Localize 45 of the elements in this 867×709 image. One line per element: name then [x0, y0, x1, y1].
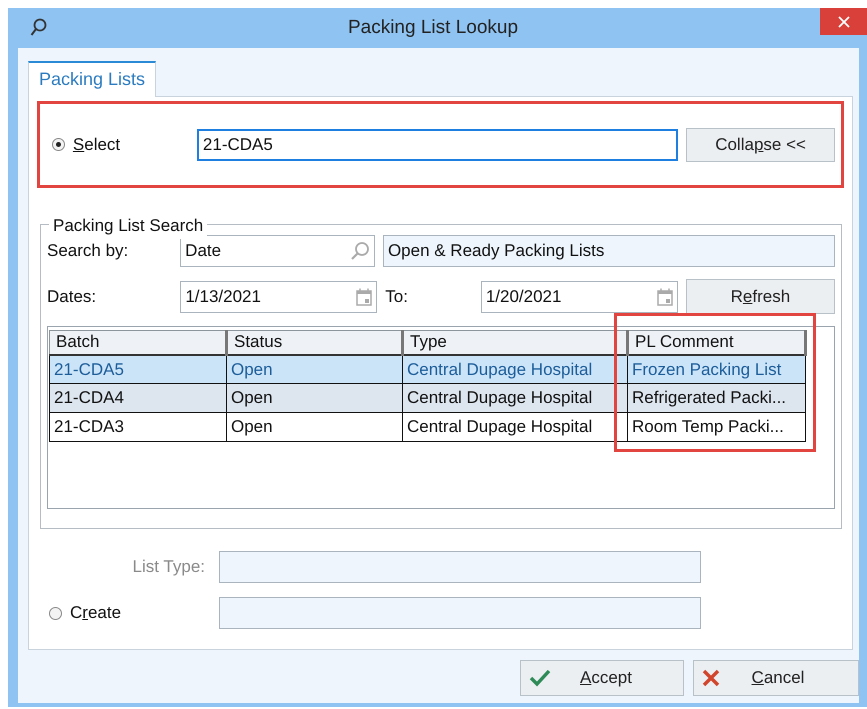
column-header[interactable]: Status [226, 330, 402, 354]
calendar-icon [656, 288, 673, 306]
radio-label[interactable]: Select [72, 132, 197, 158]
filter-field[interactable]: Open & Ready Packing Lists [382, 235, 835, 267]
start-date-field[interactable]: 1/13/2021 [180, 280, 378, 312]
column-header[interactable]: Type [402, 330, 628, 354]
check-icon [529, 669, 551, 687]
calendar-icon [356, 288, 372, 306]
window-title: Packing List Lookup [348, 16, 518, 40]
end-date-field[interactable]: 1/20/2021 [480, 280, 678, 312]
collapse-button[interactable]: Collapse << [686, 128, 835, 162]
close-button[interactable] [820, 8, 867, 35]
select-field[interactable]: 21-CDA5 [196, 128, 678, 160]
column-header[interactable]: PL Comment [628, 330, 806, 354]
table-cell: 21-CDA4 [50, 384, 226, 412]
radio-button[interactable] [52, 138, 65, 151]
table-cell: Refrigerated Packi... [628, 384, 806, 412]
table-cell: Central Dupage Hospital [402, 384, 628, 412]
field-label: List Type: [132, 556, 205, 578]
table-cell: Open [226, 354, 402, 384]
search-icon [350, 241, 370, 261]
tab[interactable]: Packing Lists [28, 61, 156, 97]
search-icon [30, 18, 48, 38]
table-cell: Open [226, 384, 402, 412]
table-cell: Open [226, 412, 402, 442]
accept-button[interactable]: Accept [520, 660, 684, 696]
close-icon [838, 16, 850, 28]
column-header[interactable]: Batch [50, 330, 226, 354]
table-cell: Central Dupage Hospital [402, 412, 628, 442]
radio-label[interactable]: Create [70, 600, 219, 626]
field-label: Search by: [47, 240, 130, 262]
create-field[interactable] [219, 597, 701, 629]
cancel-button[interactable]: Cancel [693, 660, 859, 696]
field-label: To: [385, 286, 409, 308]
table-cell: Room Temp Packi... [628, 412, 806, 442]
field-label: Dates: [47, 286, 98, 308]
radio-button[interactable] [49, 606, 62, 620]
table-cell: 21-CDA3 [50, 412, 226, 442]
table-cell: Frozen Packing List [628, 354, 806, 384]
list-type-field[interactable] [219, 551, 701, 583]
refresh-button[interactable]: Refresh [686, 279, 835, 314]
search-by-field[interactable]: Date [180, 235, 375, 267]
table-cell: 21-CDA5 [50, 354, 226, 384]
close-icon [702, 669, 720, 687]
table-cell: Central Dupage Hospital [402, 354, 628, 384]
